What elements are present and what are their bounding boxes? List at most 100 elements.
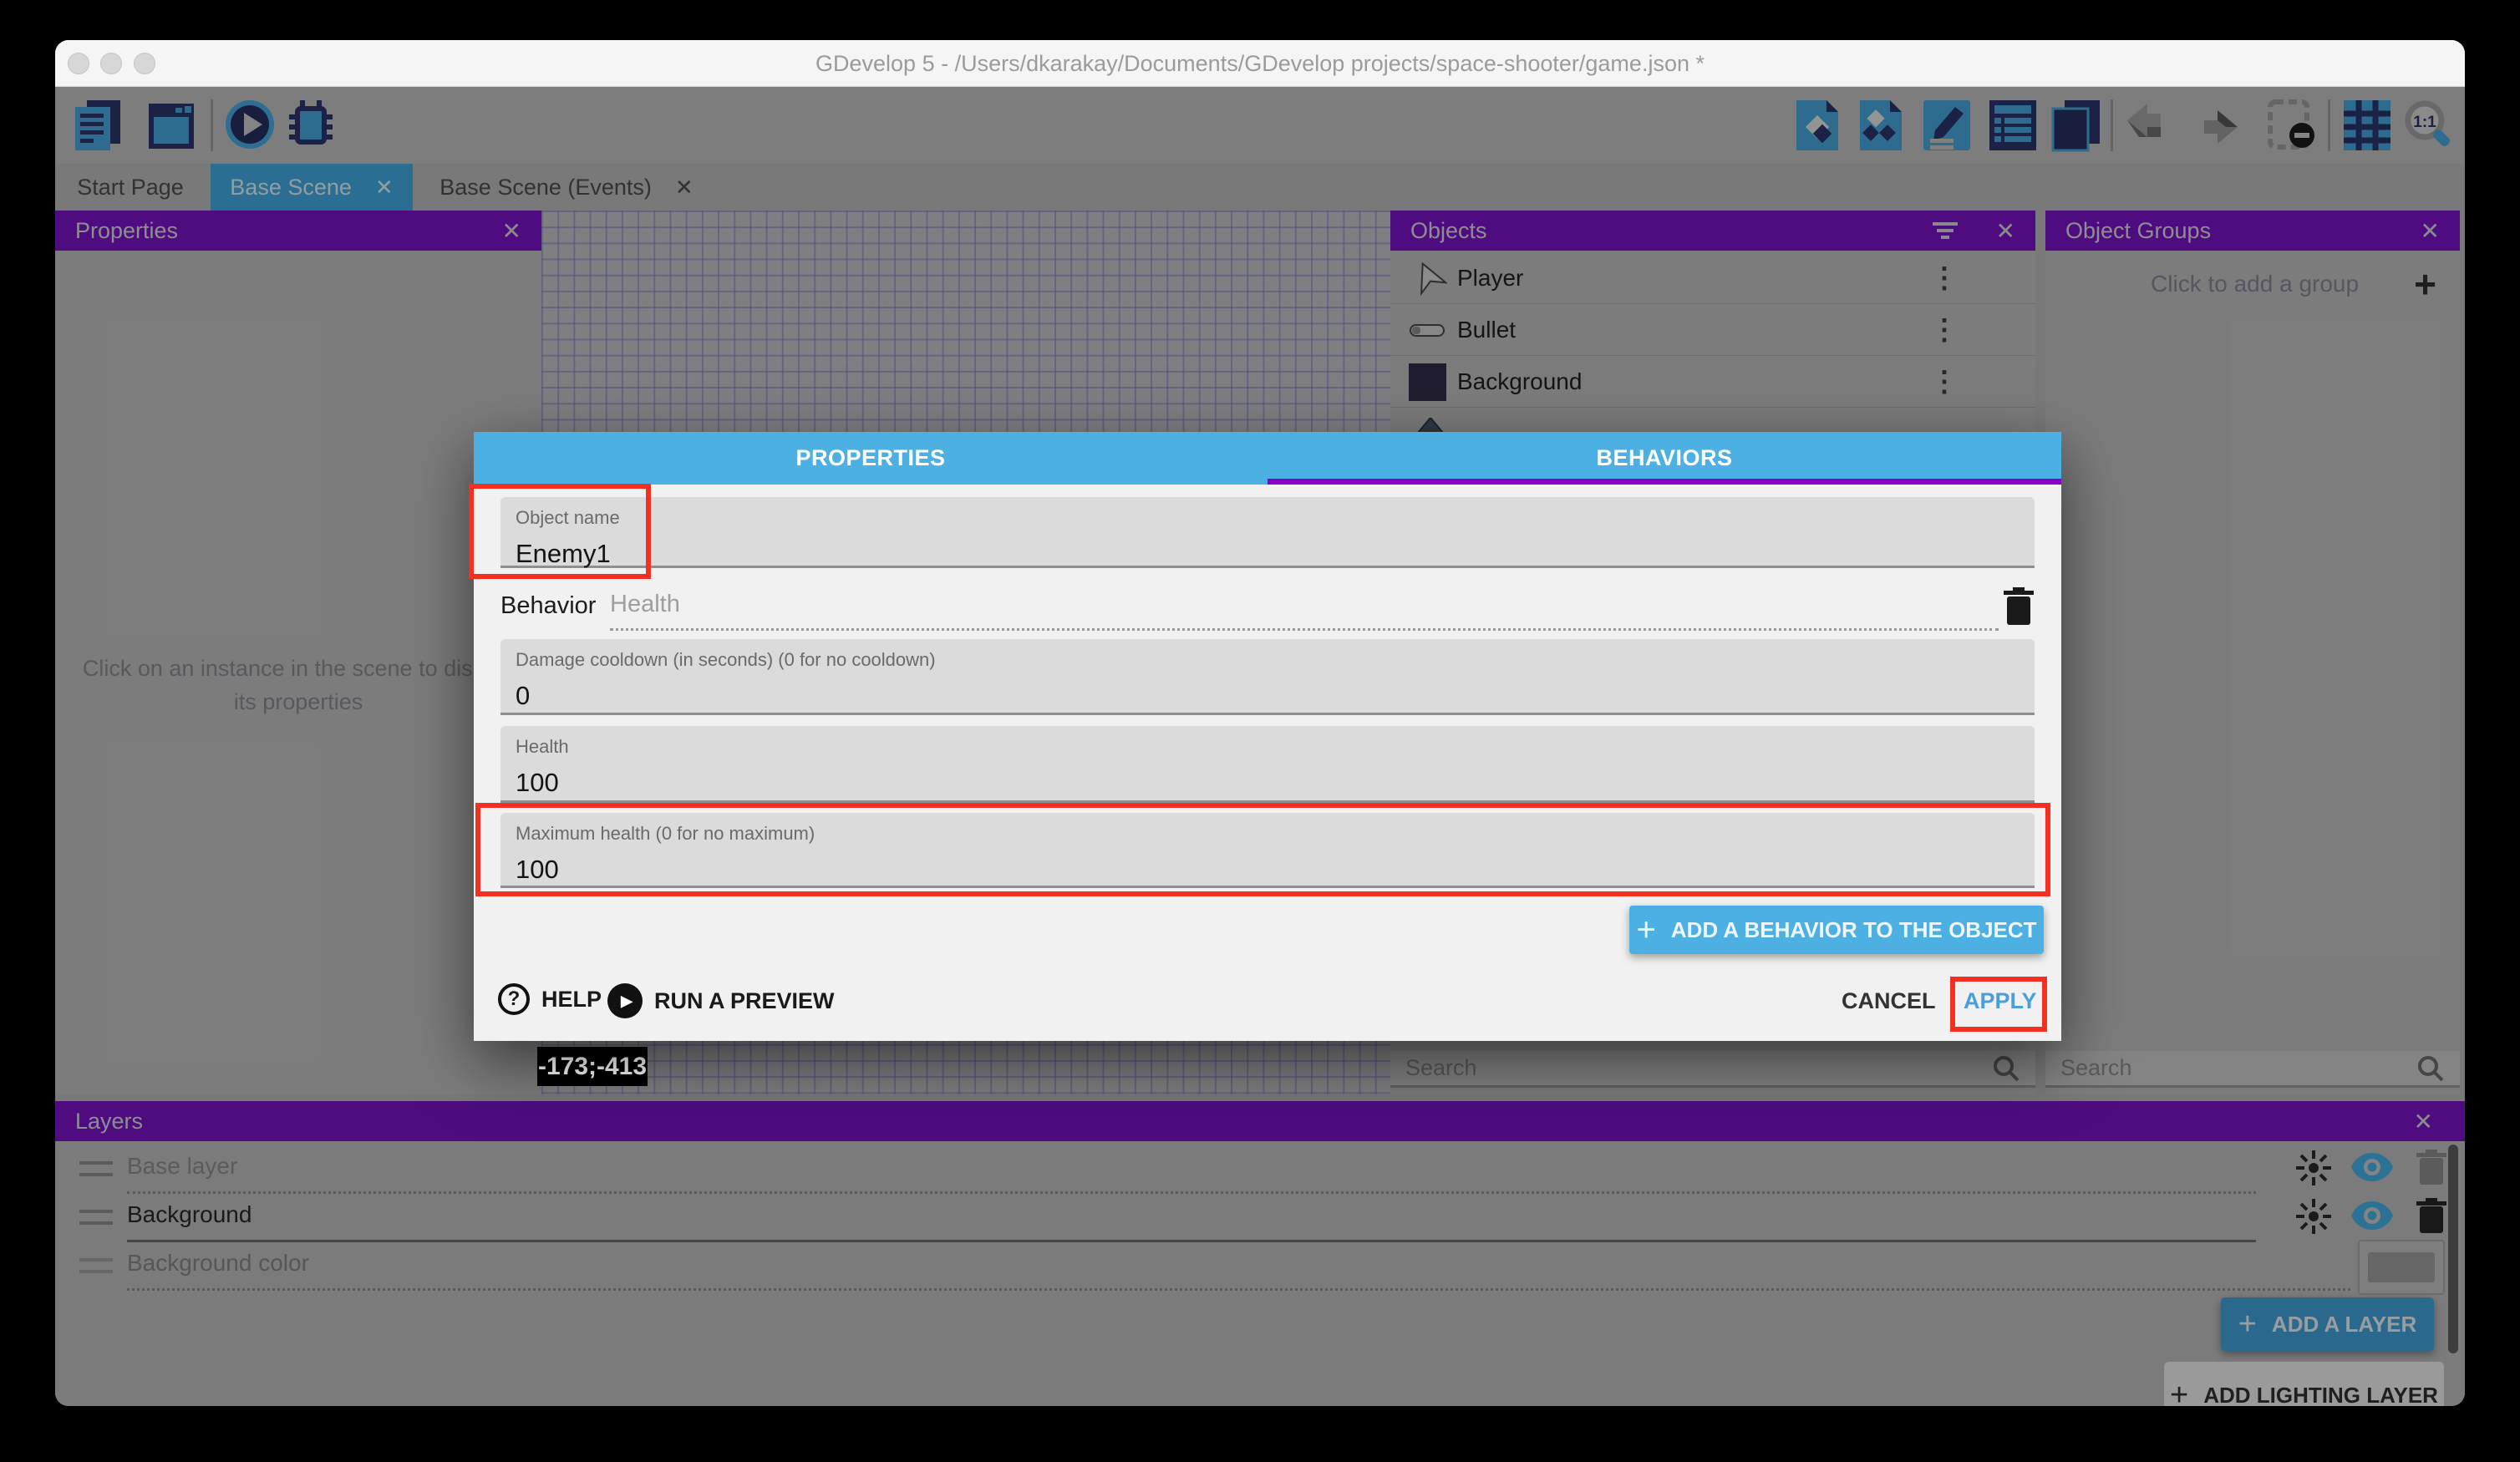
object-menu-icon[interactable]: ⋮	[1930, 313, 1959, 347]
active-tab-indicator	[1268, 479, 2061, 485]
add-group-label: Click to add a group	[2045, 271, 2414, 297]
layers-scrollbar[interactable]	[2448, 1145, 2458, 1353]
delete-layer-icon[interactable]	[2416, 1150, 2447, 1186]
field-label: Maximum health (0 for no maximum)	[516, 823, 2020, 845]
field-value: Enemy1	[516, 539, 2020, 569]
undo-icon[interactable]	[2124, 99, 2176, 150]
project-manager-icon[interactable]	[74, 99, 122, 152]
layer-visibility-eye-icon[interactable]	[2351, 1153, 2393, 1181]
dialog-tab-bar: PROPERTIES BEHAVIORS	[474, 432, 2061, 485]
edit-scene-properties-icon[interactable]	[1922, 99, 1972, 152]
object-name: Bullet	[1457, 317, 1516, 343]
search-placeholder: Search	[2060, 1055, 2416, 1081]
bullet-object-icon	[1409, 319, 1447, 341]
apply-button[interactable]: APPLY	[1964, 988, 2037, 1014]
cancel-button[interactable]: CANCEL	[1842, 988, 1936, 1014]
layers-panel-icon[interactable]	[2051, 99, 2101, 152]
run-preview-button[interactable]: ▶ RUN A PREVIEW	[607, 983, 835, 1018]
toolbar-divider	[2328, 99, 2330, 151]
cursor-coordinates-badge: -173;-413	[537, 1047, 648, 1086]
add-object-icon[interactable]	[1795, 99, 1840, 152]
delete-behavior-icon[interactable]	[2003, 587, 2035, 626]
tab-label: Start Page	[77, 175, 184, 201]
svg-text:1:1: 1:1	[2413, 114, 2436, 131]
layer-row-background[interactable]: Background	[55, 1195, 2465, 1241]
tab-label: Base Scene (Events)	[439, 175, 652, 201]
drag-handle-icon[interactable]	[79, 1258, 113, 1273]
layer-visibility-eye-icon[interactable]	[2351, 1201, 2393, 1230]
drag-handle-icon[interactable]	[79, 1210, 113, 1225]
object-name: Player	[1457, 265, 1523, 292]
object-groups-icon[interactable]	[1858, 99, 1903, 152]
maximum-health-field[interactable]: Maximum health (0 for no maximum) 100	[500, 813, 2035, 888]
objects-search-input[interactable]: Search	[1390, 1051, 2035, 1088]
debugger-icon[interactable]	[284, 99, 338, 152]
add-lighting-layer-button[interactable]: + ADD LIGHTING LAYER	[2164, 1362, 2444, 1406]
object-name-field[interactable]: Object name Enemy1	[500, 497, 2035, 568]
layers-panel: Layers ✕ Base layer	[55, 1101, 2465, 1406]
tab-start-page[interactable]: Start Page	[55, 164, 206, 211]
delete-layer-icon[interactable]	[2416, 1198, 2447, 1235]
object-row-bullet[interactable]: Bullet ⋮	[1390, 304, 2035, 356]
drag-handle-icon[interactable]	[79, 1161, 113, 1176]
panel-title: Properties	[75, 218, 502, 244]
search-icon	[1992, 1054, 2020, 1083]
object-menu-icon[interactable]: ⋮	[1930, 261, 1959, 295]
behavior-label: Behavior	[500, 592, 596, 620]
dialog-tab-properties[interactable]: PROPERTIES	[474, 432, 1268, 485]
filter-icon[interactable]	[1933, 221, 1959, 241]
tab-base-scene-events[interactable]: Base Scene (Events) ✕	[418, 164, 715, 211]
properties-panel-header: Properties ✕	[55, 211, 541, 251]
add-layer-button[interactable]: + ADD A LAYER	[2221, 1297, 2434, 1351]
background-color-swatch[interactable]	[2358, 1240, 2445, 1295]
instances-list-icon[interactable]	[1988, 99, 2038, 152]
scene-editor-icon[interactable]	[147, 99, 196, 152]
field-label: Health	[516, 736, 2020, 758]
add-behavior-button[interactable]: + ADD A BEHAVIOR TO THE OBJECT	[1629, 906, 2044, 954]
plus-icon: +	[2238, 1307, 2257, 1343]
damage-cooldown-field[interactable]: Damage cooldown (in seconds) (0 for no c…	[500, 639, 2035, 715]
panel-title: Object Groups	[2065, 218, 2421, 244]
properties-empty-message: Click on an instance in the scene to dis…	[55, 652, 541, 718]
layer-effects-icon[interactable]	[2295, 1198, 2332, 1235]
grid-icon[interactable]	[2342, 99, 2392, 152]
toolbar-divider	[2111, 99, 2113, 151]
help-button[interactable]: ? HELP	[498, 983, 602, 1015]
zoom-1-1-icon[interactable]: 1:1	[2403, 99, 2455, 150]
object-row-background[interactable]: Background ⋮	[1390, 356, 2035, 408]
layer-row-background-color[interactable]: Background color	[55, 1243, 2465, 1290]
close-panel-icon[interactable]: ✕	[1996, 217, 2015, 245]
layer-name[interactable]: Background color	[127, 1250, 2350, 1291]
redo-icon[interactable]	[2189, 99, 2241, 150]
background-object-icon	[1409, 363, 1446, 401]
title-bar: GDevelop 5 - /Users/dkarakay/Documents/G…	[55, 40, 2465, 87]
tab-base-scene[interactable]: Base Scene ✕	[211, 164, 413, 211]
play-preview-icon[interactable]	[224, 99, 276, 150]
object-groups-search-input[interactable]: Search	[2045, 1051, 2460, 1088]
object-name: Background	[1457, 368, 1582, 395]
close-tab-icon[interactable]: ✕	[675, 175, 694, 201]
close-panel-icon[interactable]: ✕	[502, 217, 521, 245]
gdevelop-window: GDevelop 5 - /Users/dkarakay/Documents/G…	[55, 40, 2465, 1406]
search-placeholder: Search	[1405, 1055, 1992, 1081]
field-value: 100	[516, 855, 2020, 885]
plus-icon: +	[2170, 1378, 2188, 1407]
toolbar-divider	[211, 99, 213, 151]
dialog-tab-behaviors[interactable]: BEHAVIORS	[1268, 432, 2061, 485]
close-panel-icon[interactable]: ✕	[2414, 1108, 2433, 1135]
objects-panel-header: Objects ✕	[1390, 211, 2035, 251]
layer-row-base[interactable]: Base layer	[55, 1146, 2465, 1193]
behavior-name-input[interactable]: Health	[610, 591, 1999, 631]
close-panel-icon[interactable]: ✕	[2421, 217, 2440, 245]
close-tab-icon[interactable]: ✕	[375, 175, 394, 201]
layer-effects-icon[interactable]	[2295, 1150, 2332, 1186]
layer-name[interactable]: Base layer	[127, 1153, 2256, 1194]
player-object-icon	[1409, 259, 1447, 297]
add-group-plus-icon[interactable]: +	[2414, 261, 2436, 307]
hide-properties-panel-icon[interactable]	[2267, 99, 2315, 152]
object-menu-icon[interactable]: ⋮	[1930, 365, 1959, 398]
health-field[interactable]: Health 100	[500, 726, 2035, 803]
layer-name[interactable]: Background	[127, 1201, 2256, 1242]
object-row-player[interactable]: Player ⋮	[1390, 252, 2035, 304]
add-group-row[interactable]: Click to add a group +	[2045, 251, 2460, 317]
